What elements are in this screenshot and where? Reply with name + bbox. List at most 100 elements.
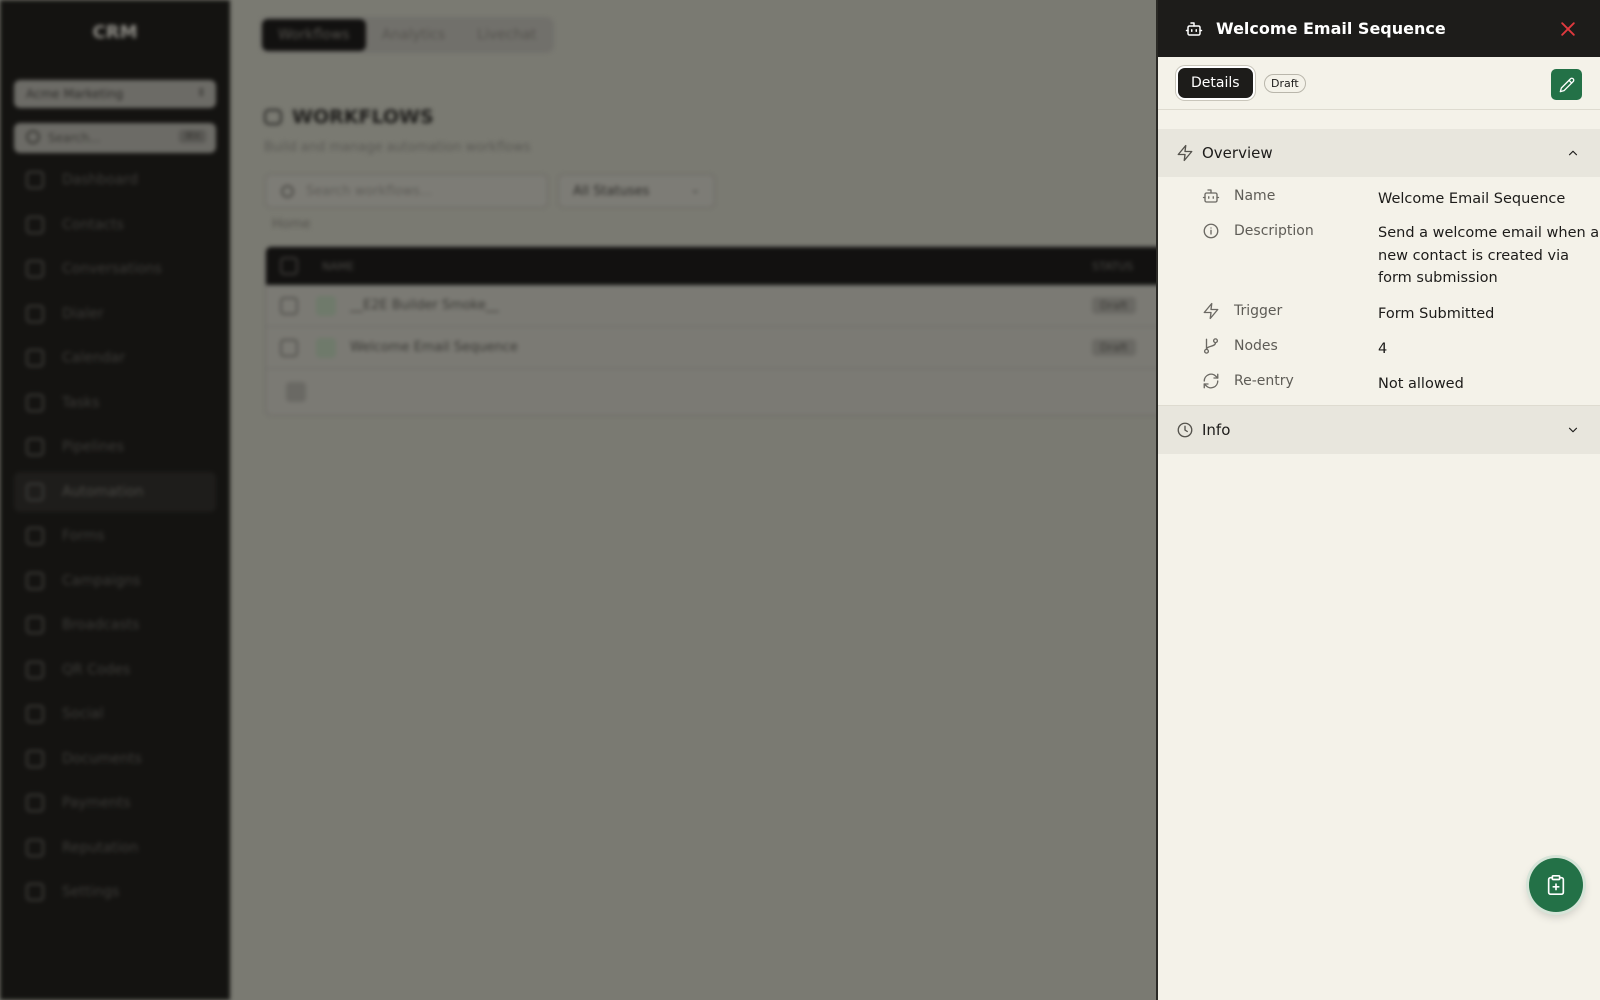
overview-heading: Overview: [1202, 144, 1273, 162]
breadcrumb[interactable]: Home: [272, 217, 310, 232]
sidebar-item-label: Forms: [62, 528, 105, 544]
star-icon: [26, 838, 44, 857]
sidebar-item-social[interactable]: Social: [14, 694, 216, 734]
drawer-header: Welcome Email Sequence: [1158, 0, 1600, 57]
table-header: NAME STATUS: [266, 247, 1164, 285]
conversations-icon: [26, 260, 44, 278]
sidebar-item-contacts[interactable]: Contacts: [14, 205, 216, 245]
sidebar-item-label: Campaigns: [62, 572, 141, 589]
pencil-icon: [1559, 77, 1574, 92]
sidebar-item-forms[interactable]: Forms: [14, 516, 216, 556]
workflow-search-input[interactable]: Search workflows...: [265, 174, 548, 208]
sidebar-item-documents[interactable]: Documents: [14, 739, 216, 779]
tab-analytics[interactable]: Analytics: [366, 19, 462, 51]
sidebar-item-pipelines[interactable]: Pipelines: [14, 427, 216, 467]
sidebar-item-settings[interactable]: Settings: [14, 872, 216, 912]
column-header-status[interactable]: STATUS: [1092, 260, 1133, 273]
folder-icon: [26, 393, 44, 412]
sidebar-logo: CRM: [92, 22, 138, 43]
info-heading: Info: [1202, 421, 1231, 439]
tab-workflows[interactable]: Workflows: [262, 19, 366, 51]
pipelines-icon: [26, 438, 44, 456]
lightning-icon: [1177, 144, 1193, 162]
sidebar-item-label: QR Codes: [62, 661, 131, 678]
column-header-name[interactable]: NAME: [322, 260, 354, 273]
qr-code-icon: [26, 660, 44, 679]
sidebar-item-conversations[interactable]: Conversations: [14, 249, 216, 289]
mail-icon: [26, 571, 44, 590]
sidebar-item-calendar[interactable]: Calendar: [14, 338, 216, 378]
share-icon: [26, 705, 44, 723]
select-all-checkbox[interactable]: [280, 257, 298, 275]
chevron-updown-icon: ⇕: [196, 86, 206, 99]
field-label: Trigger: [1234, 303, 1283, 319]
field-value: Form Submitted: [1378, 306, 1495, 322]
field-label: Description: [1234, 223, 1314, 239]
sidebar-item-label: Dialer: [62, 305, 104, 322]
field-label: Re-entry: [1234, 373, 1294, 389]
robot-icon: [264, 109, 282, 125]
sidebar-item-tasks[interactable]: Tasks: [14, 383, 216, 423]
org-switcher[interactable]: Acme Marketing ⇕: [14, 80, 216, 108]
calendar-icon: [26, 349, 44, 367]
sidebar-search[interactable]: Search... ⌘K: [14, 123, 216, 153]
git-branch-icon: [1203, 338, 1219, 354]
table-row[interactable]: __E2E Builder Smoke__ Draft: [266, 285, 1164, 327]
field-reentry: Re-entry Not allowed: [1158, 364, 1600, 399]
sidebar-item-broadcasts[interactable]: Broadcasts: [14, 605, 216, 645]
sidebar: CRM Acme Marketing ⇕ Search... ⌘K Dashbo…: [0, 0, 230, 1000]
refresh-icon: [1203, 373, 1219, 389]
chevron-up-icon: [1568, 150, 1578, 156]
workflow-name: __E2E Builder Smoke__: [350, 298, 499, 313]
drawer-toolbar: Details Draft: [1158, 57, 1600, 110]
sidebar-item-payments[interactable]: Payments: [14, 783, 216, 823]
sidebar-search-placeholder: Search...: [48, 131, 101, 145]
page-title-text: WORKFLOWS: [292, 106, 434, 128]
sidebar-item-label: Automation: [62, 483, 144, 500]
field-name: Name Welcome Email Sequence: [1158, 179, 1600, 214]
table-row[interactable]: Welcome Email Sequence Draft: [266, 327, 1164, 369]
sidebar-item-dashboard[interactable]: Dashboard: [14, 160, 216, 200]
robot-icon: [26, 482, 44, 501]
sidebar-item-qr-codes[interactable]: QR Codes: [14, 650, 216, 690]
sidebar-item-label: Contacts: [62, 216, 124, 233]
workflows-table: NAME STATUS __E2E Builder Smoke__ Draft …: [265, 246, 1165, 416]
field-nodes: Nodes 4: [1158, 329, 1600, 364]
overview-details: Name Welcome Email Sequence Description …: [1158, 177, 1600, 406]
clipboard-add-button[interactable]: [1529, 858, 1583, 912]
robot-icon: [1185, 21, 1203, 36]
page-title: WORKFLOWS: [264, 106, 434, 128]
sidebar-item-label: Dashboard: [62, 172, 138, 188]
info-section-toggle[interactable]: Info: [1158, 406, 1600, 454]
columns-icon[interactable]: [286, 382, 306, 402]
chevron-down-icon: ⌄: [690, 183, 700, 196]
field-label: Nodes: [1234, 338, 1278, 354]
status-filter-select[interactable]: All Statuses ⌄: [558, 174, 715, 208]
field-value: Send a welcome email when a new contact …: [1378, 225, 1600, 286]
sidebar-item-reputation[interactable]: Reputation: [14, 828, 216, 868]
row-checkbox[interactable]: [280, 338, 298, 357]
workflow-search-placeholder: Search workflows...: [306, 184, 433, 199]
edit-button[interactable]: [1551, 69, 1582, 100]
table-footer: [266, 369, 1164, 415]
search-shortcut: ⌘K: [179, 130, 206, 143]
field-value: Not allowed: [1378, 376, 1464, 392]
close-icon[interactable]: [1558, 19, 1578, 39]
sidebar-item-campaigns[interactable]: Campaigns: [14, 561, 216, 601]
sidebar-item-dialer[interactable]: Dialer: [14, 294, 216, 334]
sidebar-nav: Dashboard Contacts Conversations Dialer …: [14, 160, 216, 917]
drawer-title: Welcome Email Sequence: [1216, 19, 1446, 38]
overview-section-toggle[interactable]: Overview: [1158, 129, 1600, 177]
tab-details[interactable]: Details: [1178, 68, 1253, 98]
status-filter-value: All Statuses: [573, 184, 650, 199]
tab-livechat[interactable]: Livechat: [461, 19, 552, 51]
forms-icon: [26, 527, 44, 545]
sidebar-item-automation[interactable]: Automation: [14, 471, 216, 512]
workflow-name: Welcome Email Sequence: [350, 340, 518, 355]
row-checkbox[interactable]: [280, 296, 298, 315]
sidebar-item-label: Conversations: [62, 261, 162, 277]
page-subtitle: Build and manage automation workflows: [264, 140, 531, 155]
status-badge: Draft: [1092, 339, 1136, 356]
document-icon: [26, 749, 44, 768]
field-trigger: Trigger Form Submitted: [1158, 294, 1600, 329]
